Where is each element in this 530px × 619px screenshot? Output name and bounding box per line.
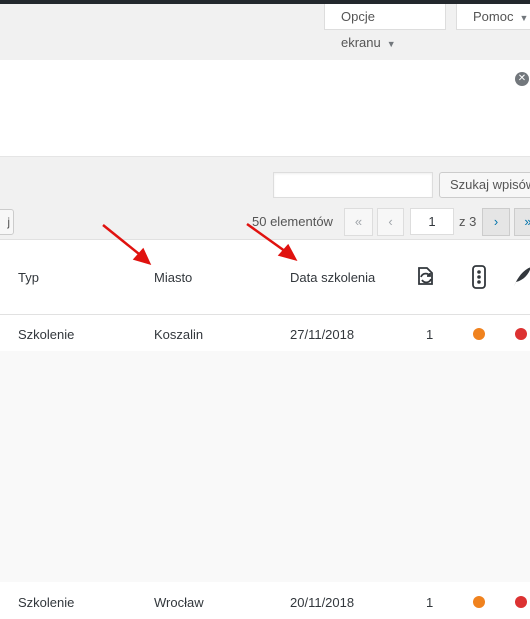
posts-table: Typ Miasto Data szkolenia Szkolenie Kosz… <box>0 239 530 619</box>
status-dot-orange <box>473 328 485 340</box>
traffic-light-icon <box>472 265 486 289</box>
table-header: Typ Miasto Data szkolenia <box>0 240 530 315</box>
cell-data: 20/11/2018 <box>290 595 355 610</box>
cell-number: 1 <box>426 595 434 610</box>
total-pages: z 3 <box>459 214 477 229</box>
table-row: Szkolenie Koszalin 27/11/2018 1 <box>0 315 530 351</box>
last-page-button[interactable]: » <box>514 208 530 236</box>
screen-options-button[interactable]: Opcje ekranu ▼ <box>324 4 446 50</box>
feather-icon <box>514 267 530 286</box>
row-expanded-area <box>0 351 530 582</box>
caret-down-icon: ▼ <box>519 13 529 23</box>
cell-miasto: Koszalin <box>154 327 204 342</box>
status-dot-red <box>515 328 527 340</box>
cell-number: 1 <box>426 327 434 342</box>
cell-typ: Szkolenie <box>18 327 75 342</box>
screen-options-label: Opcje ekranu <box>341 9 381 50</box>
current-page-input[interactable]: 1 <box>410 208 454 235</box>
admin-bar <box>0 0 530 4</box>
refresh-icon <box>418 267 433 285</box>
column-header-data[interactable]: Data szkolenia <box>290 270 375 285</box>
table-row: Szkolenie Wrocław 20/11/2018 1 <box>0 583 530 619</box>
cell-miasto: Wrocław <box>154 595 204 610</box>
cell-typ: Szkolenie <box>18 595 75 610</box>
bulk-apply-button[interactable]: j <box>0 209 14 235</box>
column-header-miasto[interactable]: Miasto <box>154 270 192 285</box>
items-count: 50 elementów <box>252 214 333 229</box>
status-dot-red <box>515 596 527 608</box>
help-label: Pomoc <box>473 9 514 24</box>
cell-data: 27/11/2018 <box>290 327 355 342</box>
caret-down-icon: ▼ <box>386 39 396 49</box>
search-input[interactable] <box>273 172 433 198</box>
help-button[interactable]: Pomoc ▼ <box>456 4 530 30</box>
next-page-button[interactable]: › <box>482 208 510 236</box>
prev-page-button: ‹ <box>377 208 404 236</box>
search-button[interactable]: Szukaj wpisów <box>439 172 530 198</box>
first-page-button: « <box>344 208 373 236</box>
column-header-typ[interactable]: Typ <box>18 270 39 285</box>
dismiss-icon[interactable]: ✕ <box>515 72 529 86</box>
status-dot-orange <box>473 596 485 608</box>
admin-notice <box>0 60 530 157</box>
